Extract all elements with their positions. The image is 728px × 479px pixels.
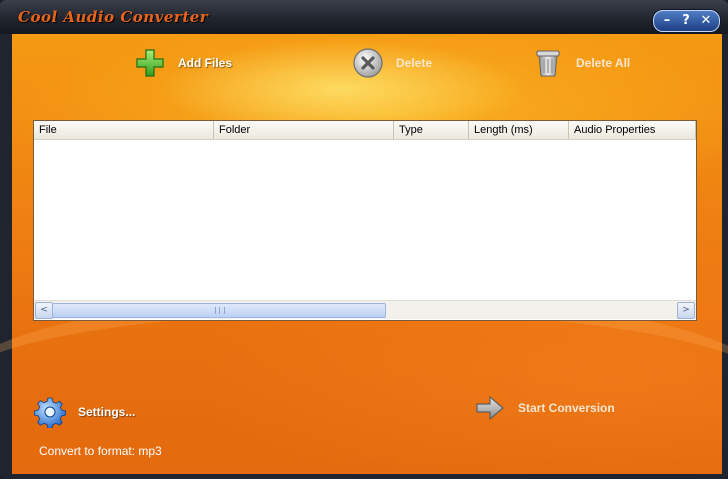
table-header: File Folder Type Length (ms) Audio Prope… [34,121,696,140]
settings-button[interactable]: Settings... [34,396,136,429]
delete-circle-icon [352,47,384,79]
column-header-type[interactable]: Type [394,121,469,139]
trash-can-icon [532,47,564,79]
scroll-left-button[interactable]: < [35,302,53,319]
scroll-right-button[interactable]: > [677,302,695,319]
column-header-file[interactable]: File [34,121,214,139]
grip-icon [215,307,225,314]
plus-icon [134,47,166,79]
output-format-text: Convert to format: mp3 [39,444,162,458]
delete-all-button[interactable]: Delete All [532,47,630,79]
app-window: Cool Audio Converter – ? ✕ Add Files Del… [0,0,728,479]
column-header-audio-properties[interactable]: Audio Properties [569,121,696,139]
column-header-folder[interactable]: Folder [214,121,394,139]
add-files-label: Add Files [178,56,233,70]
window-controls: – ? ✕ [653,10,720,32]
start-conversion-button[interactable]: Start Conversion [474,392,615,424]
gear-icon [34,396,66,429]
title-bar[interactable]: Cool Audio Converter – ? ✕ [0,0,728,34]
close-button[interactable]: ✕ [696,11,716,31]
minimize-button[interactable]: – [657,11,677,31]
delete-button[interactable]: Delete [352,47,432,79]
add-files-button[interactable]: Add Files [134,47,232,79]
horizontal-scrollbar[interactable]: < > [34,300,696,319]
start-conversion-label: Start Conversion [518,401,615,415]
file-list-table[interactable]: File Folder Type Length (ms) Audio Prope… [33,120,697,321]
column-header-length[interactable]: Length (ms) [469,121,569,139]
delete-all-label: Delete All [576,56,631,70]
help-button[interactable]: ? [676,11,696,31]
delete-label: Delete [396,56,433,70]
main-panel: Add Files Delete Delete All File Folder … [0,34,728,474]
settings-label: Settings... [78,405,136,419]
scrollbar-thumb[interactable] [52,303,386,318]
window-title: Cool Audio Converter [18,8,209,26]
arrow-right-icon [474,392,506,424]
